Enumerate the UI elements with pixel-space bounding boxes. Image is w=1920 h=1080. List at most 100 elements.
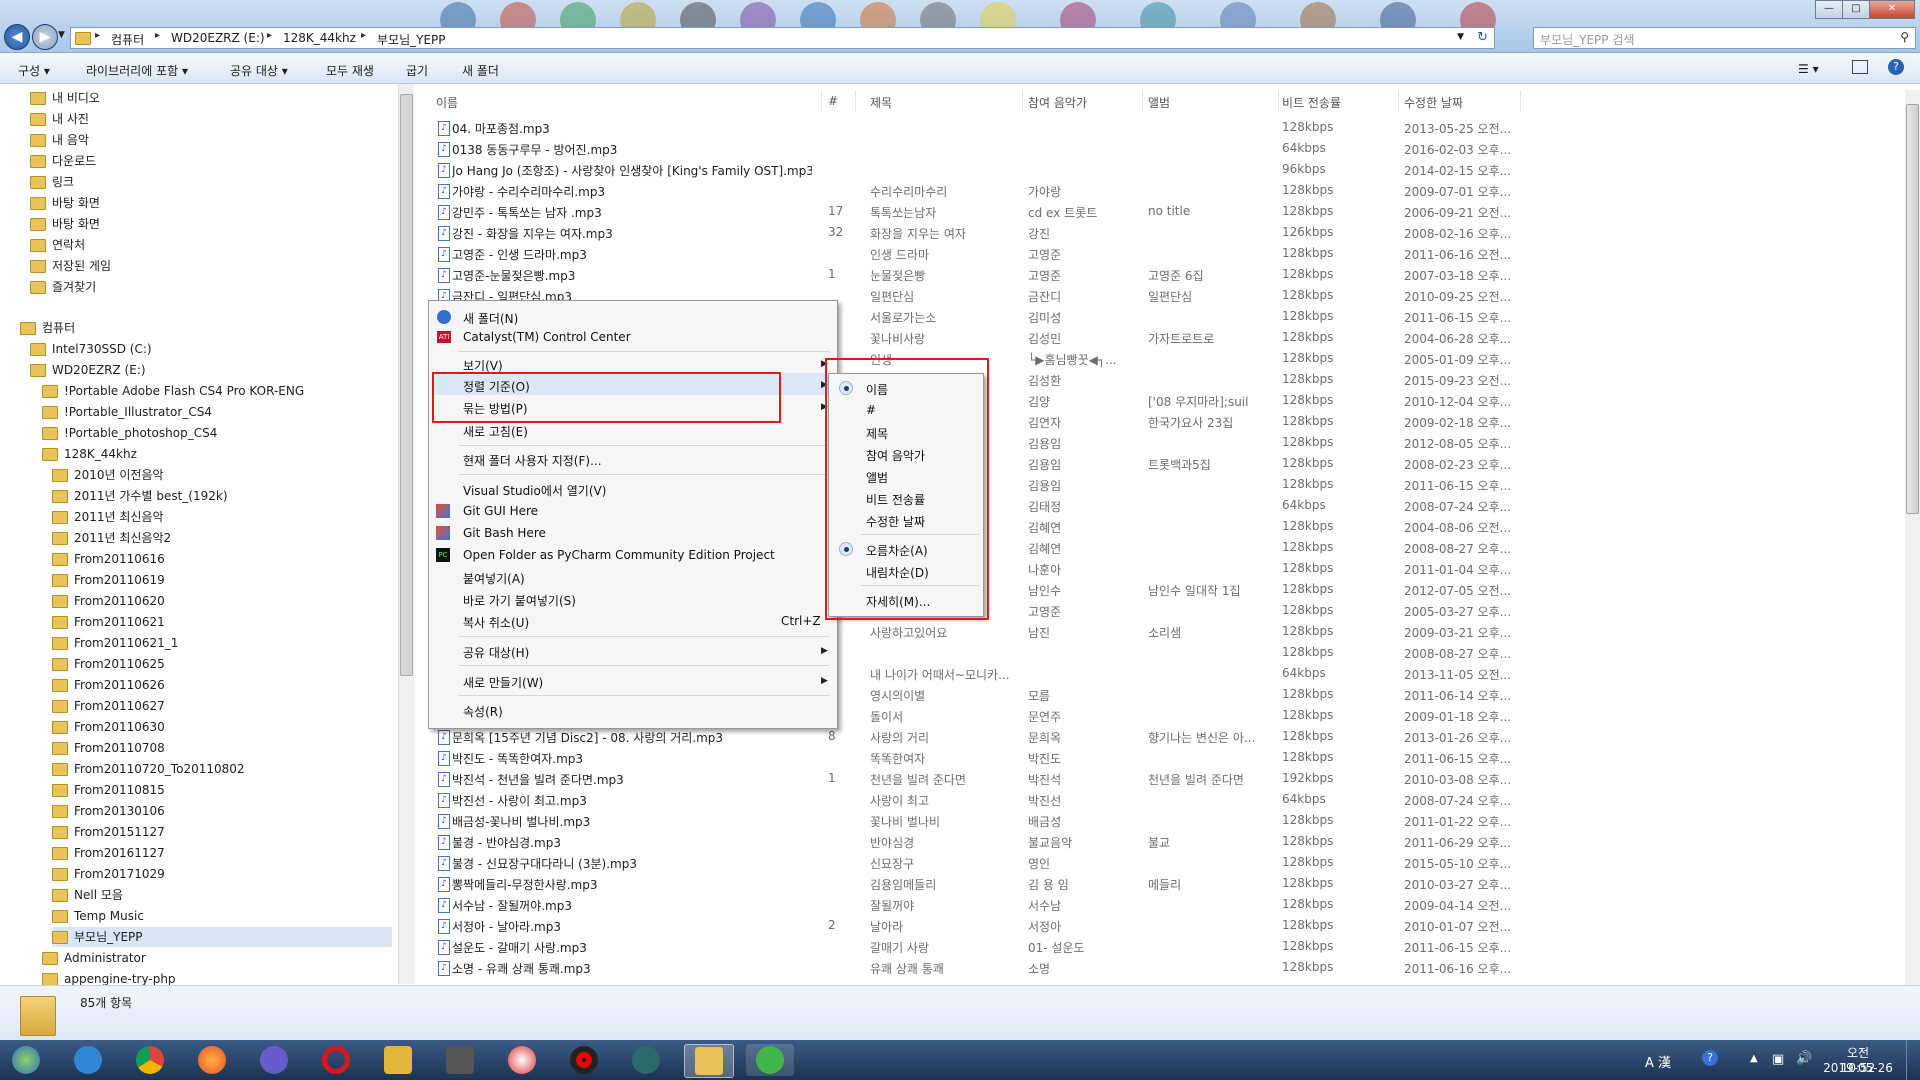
menu-item-share-with[interactable]: 공유 대상(H) <box>463 644 529 661</box>
menu-item-paste[interactable]: 붙여넣기(A) <box>463 570 525 587</box>
nav-item-folder[interactable]: !Portable Adobe Flash CS4 Pro KOR-ENG <box>42 381 304 401</box>
breadcrumb-folder[interactable]: 128K_44khz <box>283 31 356 45</box>
file-row[interactable]: ♪ 강진 - 화장을 지우는 여자.mp3 32 화장을 지우는 여자 강진 126kbp… <box>430 223 1910 244</box>
taskbar-explorer[interactable] <box>684 1044 734 1078</box>
scroll-thumb[interactable] <box>1906 104 1919 514</box>
menu-item-refresh[interactable]: 새로 고침(E) <box>463 423 528 440</box>
menu-item-paste-shortcut[interactable]: 바로 가기 붙여넣기(S) <box>463 592 576 609</box>
nav-item-favorite[interactable]: 연락처 <box>30 235 85 255</box>
minimize-button[interactable]: — <box>1815 0 1843 19</box>
column-header-bitrate[interactable]: 비트 전송률 <box>1282 94 1341 111</box>
nav-item-folder[interactable]: From20110630 <box>52 717 165 737</box>
menu-item-open-visual-studio[interactable]: Visual Studio에서 열기(V) <box>463 482 606 499</box>
column-header-artist[interactable]: 참여 음악가 <box>1028 94 1087 111</box>
preview-pane-icon[interactable] <box>1852 60 1868 74</box>
taskbar-opera[interactable] <box>312 1044 360 1076</box>
nav-item-folder[interactable]: 128K_44khz <box>42 444 137 464</box>
nav-item-folder[interactable]: From20110708 <box>52 738 165 758</box>
file-row[interactable]: ♪ 배금성-꽃나비 벌나비.mp3 꽃나비 벌나비 배금성 128kbps 2011-01… <box>430 811 1910 832</box>
search-icon[interactable]: ⚲ <box>1900 30 1909 44</box>
file-row[interactable]: ♪ 불경 - 반야심경.mp3 반야심경 불교음악 불교 128kbps 2011-06-2… <box>430 832 1910 853</box>
file-row[interactable]: ♪ 불경 - 신묘장구대다라니 (3분).mp3 신묘장구 영인 128kbps 2015… <box>430 853 1910 874</box>
chevron-down-icon[interactable]: ▼ <box>1457 32 1464 42</box>
breadcrumb-current[interactable]: 부모님_YEPP <box>377 31 446 48</box>
menu-item-properties[interactable]: 속성(R) <box>463 703 503 720</box>
start-button[interactable] <box>2 1044 50 1076</box>
nav-item-folder[interactable]: 2011년 최신음악 <box>52 507 164 527</box>
nav-item-folder[interactable]: 2011년 최신음악2 <box>52 528 171 548</box>
refresh-icon[interactable]: ↻ <box>1477 30 1488 45</box>
nav-item-folder[interactable]: Temp Music <box>52 906 144 926</box>
taskbar-app[interactable] <box>374 1044 422 1076</box>
close-button[interactable]: ✕ <box>1869 0 1915 19</box>
play-all-button[interactable]: 모두 재생 <box>326 62 374 79</box>
file-row[interactable]: ♪ 박진석 - 천년을 빌려 준다면.mp3 1 천년을 빌려 준다면 박진석 천년을 빌… <box>430 769 1910 790</box>
menu-item-undo-copy[interactable]: 복사 취소(U) <box>463 614 529 631</box>
column-divider[interactable] <box>855 90 856 112</box>
nav-item-folder[interactable]: !Portable_Illustrator_CS4 <box>42 402 212 422</box>
recent-pages-icon[interactable]: ▼ <box>58 30 65 40</box>
nav-item-folder[interactable]: From20110720_To20110802 <box>52 759 245 779</box>
file-row[interactable]: ♪ 문희옥 [15주년 기념 Disc2] - 08. 사랑의 거리.mp3 8 사랑… <box>430 727 1910 748</box>
file-row[interactable]: ♪ 0138 동동구루무 - 방어진.mp3 64kbps 2016-02-03 오후… <box>430 139 1910 160</box>
nav-item-folder[interactable]: From20110625 <box>52 654 165 674</box>
organize-button[interactable]: 구성 ▾ <box>18 62 50 79</box>
nav-item-folder[interactable]: From20171029 <box>52 864 165 884</box>
scroll-thumb[interactable] <box>400 94 413 676</box>
menu-item-git-bash[interactable]: Git Bash Here <box>463 526 546 540</box>
clock-date[interactable]: 2019-05-26 <box>1822 1061 1894 1075</box>
taskbar-firefox[interactable] <box>188 1044 236 1076</box>
nav-item-drive-c[interactable]: Intel730SSD (C:) <box>30 339 152 359</box>
nav-item-drive-e[interactable]: WD20EZRZ (E:) <box>30 360 146 380</box>
search-input[interactable]: 부모님_YEPP 검색 ⚲ <box>1533 27 1916 49</box>
taskbar-app[interactable] <box>250 1044 298 1076</box>
back-button[interactable]: ◀ <box>4 24 30 50</box>
column-header-modified[interactable]: 수정한 날짜 <box>1404 94 1463 111</box>
nav-item-folder[interactable]: From20110619 <box>52 570 165 590</box>
file-row[interactable]: ♪ 박진선 - 사랑이 최고.mp3 사랑이 최고 박진선 64kbps 2008-07-… <box>430 790 1910 811</box>
column-header-album[interactable]: 앨범 <box>1148 94 1170 111</box>
nav-item-folder[interactable]: From20110616 <box>52 549 165 569</box>
nav-item-favorite[interactable]: 바탕 화면 <box>30 214 100 234</box>
menu-item-pycharm[interactable]: Open Folder as PyCharm Community Edition… <box>463 548 775 562</box>
maximize-button[interactable]: □ <box>1842 0 1870 19</box>
column-divider[interactable] <box>821 90 822 112</box>
menu-item-catalyst[interactable]: Catalyst(TM) Control Center <box>463 330 631 344</box>
share-with-button[interactable]: 공유 대상 ▾ <box>230 62 288 79</box>
forward-button[interactable]: ▶ <box>32 24 58 50</box>
new-folder-button[interactable]: 새 폴더 <box>462 62 499 79</box>
column-divider[interactable] <box>1520 90 1521 112</box>
show-desktop-button[interactable] <box>1906 1040 1920 1080</box>
nav-item-folder[interactable]: From20110627 <box>52 696 165 716</box>
address-bar[interactable]: ▸ 컴퓨터 ▸ WD20EZRZ (E:) ▸ 128K_44khz ▸ 부모님… <box>70 27 1495 49</box>
nav-item-folder[interactable]: 2010년 이전음악 <box>52 465 164 485</box>
menu-item-git-gui[interactable]: Git GUI Here <box>463 504 538 518</box>
taskbar-app[interactable] <box>436 1044 484 1076</box>
nav-item-favorite[interactable]: 바탕 화면 <box>30 193 100 213</box>
nav-item-favorite[interactable]: 링크 <box>30 172 74 192</box>
file-row[interactable]: ♪ 고영준 - 인생 드라마.mp3 인생 드라마 고영준 128kbps 2011-06… <box>430 244 1910 265</box>
include-library-button[interactable]: 라이브러리에 포함 ▾ <box>86 62 188 79</box>
file-row[interactable]: ♪ 고영준-눈물젖은빵.mp3 1 눈물젖은빵 고영준 고영준 6집 128kbps 2007… <box>430 265 1910 286</box>
column-header-name[interactable]: 이름 <box>436 94 458 111</box>
nav-item-folder[interactable]: 2011년 가수별 best_(192k) <box>52 486 228 506</box>
nav-item-favorite[interactable]: 즐겨찾기 <box>30 277 96 297</box>
column-header-title[interactable]: 제목 <box>870 94 892 111</box>
file-row[interactable]: ♪ 설운도 - 갈매기 사랑.mp3 갈매기 사랑 01- 설운도 128kbps 201… <box>430 937 1910 958</box>
nav-item-folder[interactable]: From20110815 <box>52 780 165 800</box>
column-divider[interactable] <box>1278 90 1279 112</box>
column-divider[interactable] <box>1398 90 1399 112</box>
nav-item-folder[interactable]: From20161127 <box>52 843 165 863</box>
nav-item-folder[interactable]: From20110626 <box>52 675 165 695</box>
nav-item-favorite[interactable]: 내 사진 <box>30 109 89 129</box>
taskbar-record[interactable] <box>560 1044 608 1076</box>
nav-item-folder[interactable]: From20110621_1 <box>52 633 178 653</box>
file-row[interactable]: ♪ 소명 - 유쾌 상쾌 통쾌.mp3 유쾌 상쾌 통쾌 소명 128kbps 2011-… <box>430 958 1910 979</box>
column-divider[interactable] <box>1022 90 1023 112</box>
nav-item-favorite[interactable]: 다운로드 <box>30 151 96 171</box>
nav-item-favorite[interactable]: 저장된 게임 <box>30 256 111 276</box>
ime-indicator[interactable]: A 漢 <box>1645 1052 1671 1071</box>
menu-item-new-folder[interactable]: 새 폴더(N) <box>463 310 518 327</box>
file-row[interactable]: ♪ 서정아 - 날아라.mp3 2 날아라 서정아 128kbps 2010-01-07 오… <box>430 916 1910 937</box>
taskbar-sync[interactable] <box>746 1044 794 1076</box>
